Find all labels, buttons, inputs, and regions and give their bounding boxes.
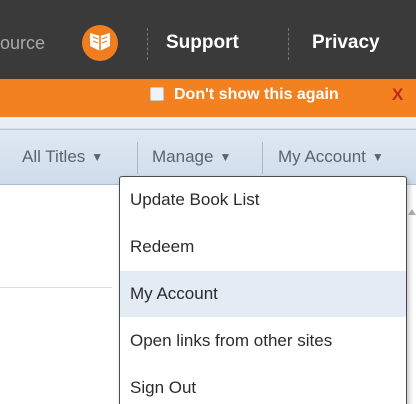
notice-bar: Don't show this again X (0, 79, 416, 117)
content-divider (0, 287, 112, 288)
book-logo-shape (90, 33, 110, 51)
menu-separator (137, 142, 138, 174)
privacy-link[interactable]: Privacy (312, 30, 380, 56)
manage-dropdown-menu: Update Book List Redeem My Account Open … (119, 176, 407, 404)
nav-separator (147, 28, 148, 60)
truncated-nav-text[interactable]: ource (0, 30, 45, 56)
top-navigation-bar: ource Support Privacy (0, 0, 416, 86)
close-notice-button[interactable]: X (392, 84, 403, 106)
scroll-up-arrow-icon[interactable] (408, 208, 416, 216)
caret-down-icon: ▼ (91, 150, 104, 164)
menu-separator (262, 142, 263, 174)
dont-show-again-label[interactable]: Don't show this again (174, 84, 339, 106)
support-link[interactable]: Support (166, 30, 239, 56)
dropdown-item-my-account[interactable]: My Account (120, 271, 406, 317)
menu-my-account-label: My Account (278, 147, 366, 166)
dont-show-again-checkbox[interactable] (150, 87, 164, 101)
dropdown-item-update-book-list[interactable]: Update Book List (120, 177, 406, 223)
menu-manage[interactable]: Manage ▼ (152, 144, 231, 170)
menu-all-titles-label: All Titles (22, 147, 86, 166)
dropdown-item-open-links[interactable]: Open links from other sites (120, 318, 406, 364)
caret-down-icon: ▼ (219, 150, 232, 164)
header-divider-strip (0, 117, 416, 129)
nav-separator (288, 28, 289, 60)
menu-manage-label: Manage (152, 147, 214, 166)
dropdown-item-sign-out[interactable]: Sign Out (120, 365, 406, 404)
menu-all-titles[interactable]: All Titles ▼ (22, 144, 103, 170)
menu-my-account[interactable]: My Account ▼ (278, 144, 384, 170)
orange-book-logo-icon[interactable] (82, 25, 118, 61)
caret-down-icon: ▼ (371, 150, 384, 164)
dropdown-item-redeem[interactable]: Redeem (120, 224, 406, 270)
